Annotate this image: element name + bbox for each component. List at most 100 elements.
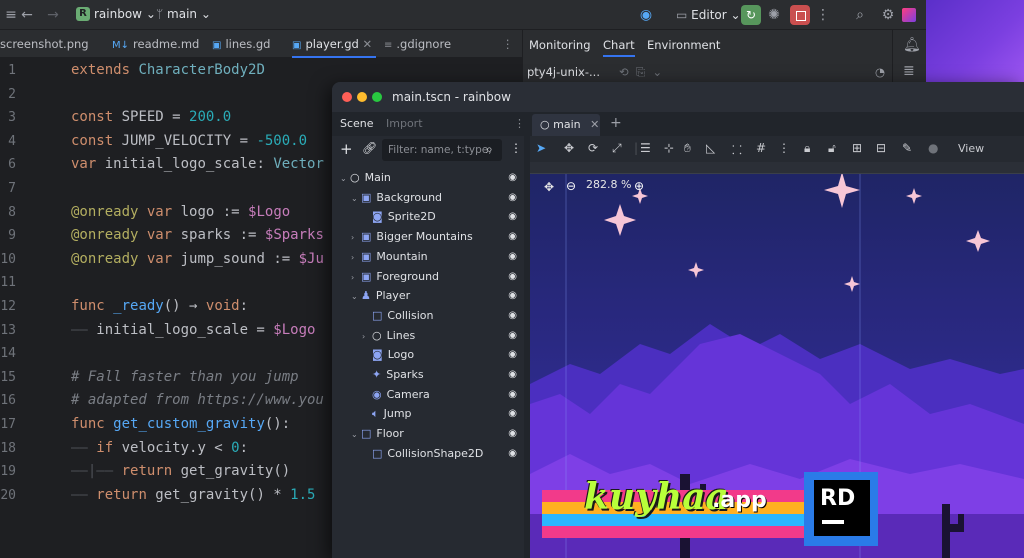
code-text[interactable]: func get_custom_gravity():: [71, 413, 290, 437]
line-number[interactable]: 12: [0, 295, 16, 319]
close-scene-tab-icon[interactable]: ✕: [590, 118, 599, 131]
visibility-eye-icon[interactable]: ◉: [508, 444, 517, 464]
expand-arrow-icon[interactable]: ›: [351, 248, 361, 268]
close-window-button[interactable]: [342, 92, 352, 102]
expand-arrow-icon[interactable]: ›: [362, 327, 372, 347]
debug-icon[interactable]: ✺: [766, 6, 782, 24]
scale-mode-icon[interactable]: ⤢: [612, 141, 622, 156]
line-number[interactable]: 3: [0, 106, 16, 130]
smart-snap-icon[interactable]: ⸬: [732, 141, 742, 158]
tab-options-icon[interactable]: ⋮: [502, 30, 514, 58]
tab-environment[interactable]: Environment: [647, 38, 720, 52]
code-text[interactable]: @onready var logo := $Logo: [71, 201, 290, 225]
tab-screenshot[interactable]: screenshot.png: [0, 30, 89, 58]
code-text[interactable]: extends CharacterBody2D: [71, 59, 265, 83]
more-actions-icon[interactable]: ⋮: [816, 6, 830, 24]
collapse-arrow-icon[interactable]: ⌄: [351, 189, 361, 209]
code-text[interactable]: # adapted from https://www.you: [71, 389, 324, 413]
ruler-icon[interactable]: ◺: [706, 141, 715, 155]
zoom-in-icon[interactable]: ⊕: [634, 179, 644, 193]
collapse-arrow-icon[interactable]: ⌄: [340, 169, 350, 189]
line-number[interactable]: 10: [0, 248, 16, 272]
scene-node-lines[interactable]: › ○ Lines ◉: [332, 326, 524, 346]
filter-options-icon[interactable]: ⋮: [510, 141, 522, 155]
visibility-eye-icon[interactable]: ◉: [508, 267, 517, 287]
collapse-arrow-icon[interactable]: ⌄: [351, 287, 361, 307]
visibility-eye-icon[interactable]: ◉: [508, 168, 517, 188]
scene-node-sparks[interactable]: ✦ Sparks ◉: [332, 365, 524, 385]
line-number[interactable]: 18: [0, 437, 16, 461]
code-line[interactable]: 1 extends CharacterBody2D: [0, 59, 522, 83]
line-number[interactable]: 6: [0, 153, 16, 177]
project-selector[interactable]: rainbow ⌄: [94, 7, 156, 21]
code-text[interactable]: const SPEED = 200.0: [71, 106, 231, 130]
line-number[interactable]: 14: [0, 342, 16, 366]
bone-icon[interactable]: ✎: [902, 141, 912, 155]
line-number[interactable]: 17: [0, 413, 16, 437]
visibility-eye-icon[interactable]: ◉: [508, 188, 517, 208]
scene-node-floor[interactable]: ⌄ □ Floor ◉: [332, 424, 524, 444]
tab-import[interactable]: Import: [386, 117, 423, 130]
add-scene-tab-icon[interactable]: +: [610, 115, 622, 131]
scene-node-player[interactable]: ⌄ ♟ Player ◉: [332, 286, 524, 306]
scene-node-collision[interactable]: □ Collision ◉: [332, 306, 524, 326]
rotate-mode-icon[interactable]: ⟳: [588, 141, 598, 155]
pan-cross-icon[interactable]: ✥: [544, 180, 554, 194]
snap-options-icon[interactable]: ⋮: [778, 141, 790, 155]
line-number[interactable]: 9: [0, 224, 16, 248]
notifications-bell-icon[interactable]: 🔔︎: [903, 36, 921, 54]
scene-node-main[interactable]: ⌄ ○ Main ◉: [332, 168, 524, 188]
tab-gdignore[interactable]: ≡ .gdignore: [384, 30, 451, 58]
tab-monitoring[interactable]: Monitoring: [529, 38, 591, 52]
visibility-eye-icon[interactable]: ◉: [508, 385, 517, 405]
expand-arrow-icon[interactable]: ›: [351, 268, 361, 288]
pan-hand-icon[interactable]: ✋︎: [684, 141, 691, 156]
rerun-button[interactable]: ↻: [741, 5, 761, 25]
visibility-eye-icon[interactable]: ◉: [508, 247, 517, 267]
visibility-eye-icon[interactable]: ◉: [508, 365, 517, 385]
search-icon[interactable]: ⌕: [852, 6, 868, 24]
line-number[interactable]: 7: [0, 177, 16, 201]
scene-node-sprite2d[interactable]: ◙ Sprite2D ◉: [332, 207, 524, 227]
tab-lines[interactable]: ▣ lines.gd: [212, 30, 270, 58]
scene-node-logo[interactable]: ◙ Logo ◉: [332, 345, 524, 365]
line-number[interactable]: 15: [0, 366, 16, 390]
scene-node-foreground[interactable]: › ▣ Foreground ◉: [332, 267, 524, 287]
code-text[interactable]: # Fall faster than you jump: [71, 366, 299, 390]
select-mode-icon[interactable]: ➤: [536, 141, 546, 155]
line-number[interactable]: 20: [0, 484, 16, 508]
back-arrow-icon[interactable]: ←: [20, 6, 34, 24]
scene-filter-input[interactable]: Filter: name, t:type,: [382, 139, 502, 161]
scene-node-mountain[interactable]: › ▣ Mountain ◉: [332, 247, 524, 267]
unlock-icon[interactable]: 🔓︎: [828, 141, 836, 156]
lock-icon[interactable]: 🔒︎: [804, 141, 810, 156]
list-select-icon[interactable]: ☰: [640, 141, 651, 155]
link-icon[interactable]: 🔗︎: [362, 141, 377, 155]
code-text[interactable]: const JUMP_VELOCITY = -500.0: [71, 130, 307, 154]
line-number[interactable]: 11: [0, 271, 16, 295]
visibility-eye-icon[interactable]: ◉: [508, 326, 517, 346]
dock-menu-icon[interactable]: ⋮: [514, 117, 525, 130]
settings-gear-icon[interactable]: ⚙: [880, 6, 896, 24]
scene-node-bigger-mountains[interactable]: › ▣ Bigger Mountains ◉: [332, 227, 524, 247]
zoom-out-icon[interactable]: ⊖: [566, 179, 576, 193]
view-menu[interactable]: View: [958, 142, 984, 155]
zoom-level[interactable]: 282.8 %: [586, 178, 631, 191]
code-text[interactable]: —— if velocity.y < 0:: [71, 437, 248, 461]
pivot-icon[interactable]: ⊹: [664, 141, 674, 155]
collapse-arrow-icon[interactable]: ⌄: [351, 425, 361, 445]
code-text[interactable]: @onready var sparks := $Sparks: [71, 224, 324, 248]
expand-arrow-icon[interactable]: ›: [351, 228, 361, 248]
minimize-window-button[interactable]: [357, 92, 367, 102]
visibility-eye-icon[interactable]: ◉: [508, 345, 517, 365]
group-icon[interactable]: ⊞: [852, 141, 862, 155]
visibility-eye-icon[interactable]: ◉: [508, 424, 517, 444]
scene-node-background[interactable]: ⌄ ▣ Background ◉: [332, 188, 524, 208]
visibility-eye-icon[interactable]: ◉: [508, 404, 517, 424]
code-text[interactable]: ——|—— return get_gravity(): [71, 460, 290, 484]
camera-override-icon[interactable]: ●: [928, 141, 938, 155]
code-text[interactable]: —— initial_logo_scale = $Logo: [71, 319, 315, 343]
visibility-eye-icon[interactable]: ◉: [508, 227, 517, 247]
line-number[interactable]: 1: [0, 59, 16, 83]
editor-config-selector[interactable]: ▭ Editor ⌄: [676, 5, 741, 25]
